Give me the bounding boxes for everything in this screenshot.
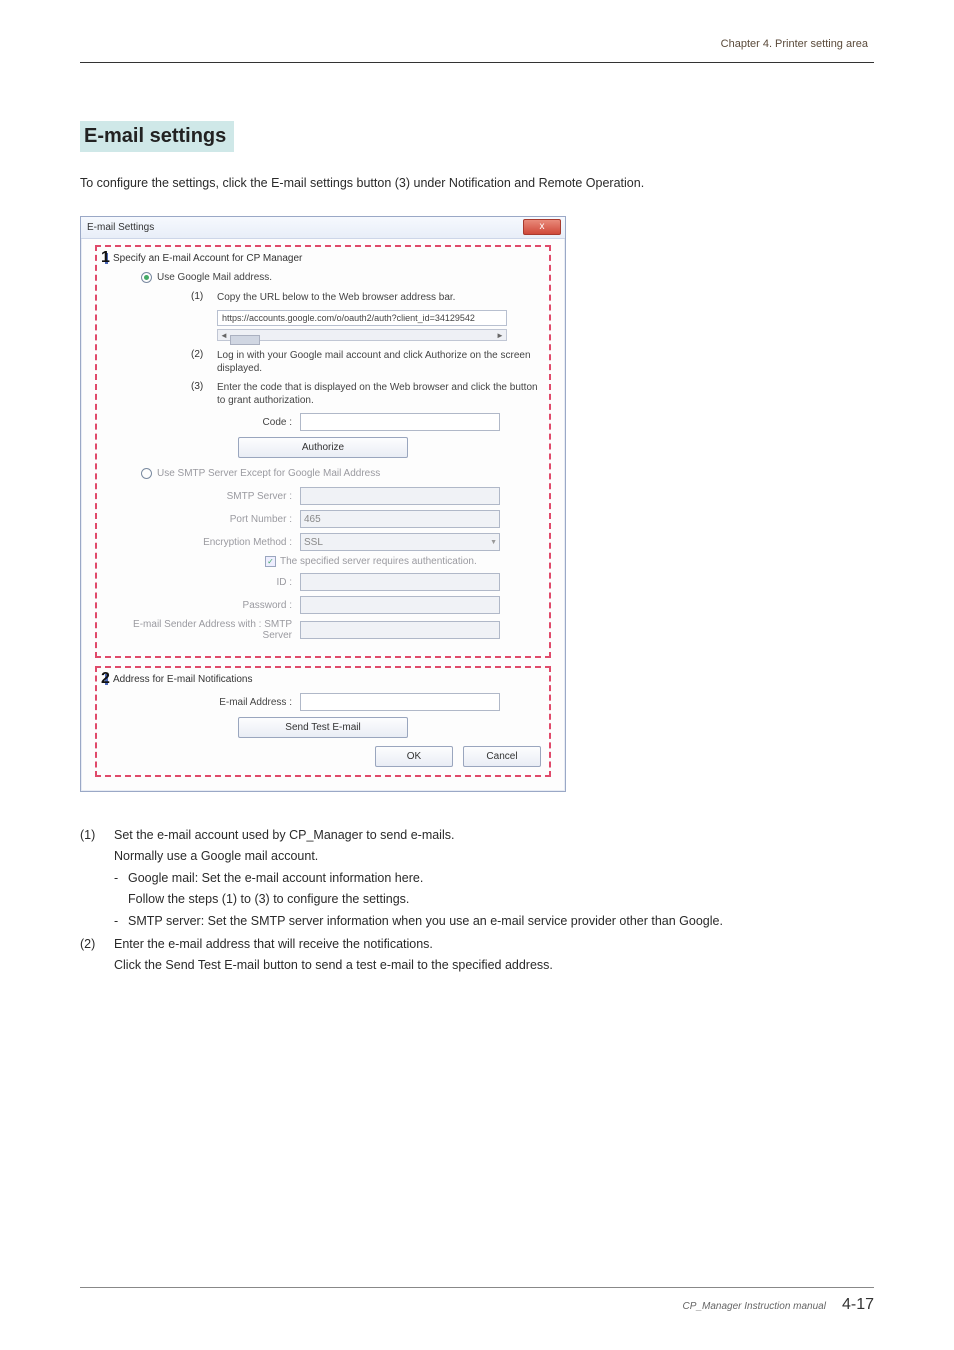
scroll-right-icon[interactable]: ► (494, 331, 506, 340)
email-address-input[interactable] (300, 693, 500, 711)
account-section-outline: Specify an E-mail Account for CP Manager… (95, 245, 551, 658)
step1-text: Copy the URL below to the Web browser ad… (217, 291, 541, 304)
auth-checkbox-label: The specified server requires authentica… (280, 556, 477, 567)
desc-2-sub1: Click the Send Test E-mail button to sen… (80, 956, 874, 975)
scroll-thumb[interactable] (230, 335, 260, 345)
section-title: E-mail settings (80, 121, 234, 152)
step3-text: Enter the code that is displayed on the … (217, 381, 541, 407)
email-address-label: E-mail Address : (105, 697, 300, 708)
chapter-label: Chapter 4. Printer setting area (80, 38, 874, 50)
desc-1-sub1: Normally use a Google mail account. (80, 847, 874, 866)
encryption-select[interactable]: SSL ▼ (300, 533, 500, 551)
auth-checkbox[interactable]: ✓ (265, 556, 276, 567)
code-input[interactable] (300, 413, 500, 431)
smtp-server-label: SMTP Server : (105, 491, 300, 502)
close-icon[interactable]: x (523, 219, 561, 235)
sender-label: E-mail Sender Address with : SMTP Server (105, 619, 300, 641)
step2-text: Log in with your Google mail account and… (217, 349, 541, 375)
step1-num: (1) (191, 291, 209, 302)
footer-page-number: 4-17 (842, 1296, 874, 1314)
desc-1-dash2: SMTP server: Set the SMTP server informa… (128, 912, 723, 931)
dialog-screenshot: E-mail Settings x Specify an E-mail Acco… (80, 216, 566, 792)
dash-1: - (114, 869, 128, 888)
id-input[interactable] (300, 573, 500, 591)
radio-smtp-label: Use SMTP Server Except for Google Mail A… (157, 468, 380, 479)
callout-1: 1 (101, 249, 110, 267)
footer-doc-title: CP_Manager Instruction manual (683, 1301, 826, 1312)
desc-2-num: (2) (80, 935, 114, 954)
oauth-url-field[interactable]: https://accounts.google.com/o/oauth2/aut… (217, 310, 507, 326)
authorize-button[interactable]: Authorize (238, 437, 408, 458)
ok-button[interactable]: OK (375, 746, 453, 767)
scroll-left-icon[interactable]: ◄ (218, 331, 230, 340)
desc-1-text: Set the e-mail account used by CP_Manage… (114, 826, 874, 845)
port-input[interactable] (300, 510, 500, 528)
url-scrollbar[interactable]: ◄ ► (217, 329, 507, 341)
send-test-email-button[interactable]: Send Test E-mail (238, 717, 408, 738)
id-label: ID : (105, 577, 300, 588)
dialog-title: E-mail Settings (87, 222, 154, 233)
encryption-label: Encryption Method : (105, 537, 300, 548)
dash-2: - (114, 912, 128, 931)
desc-1-dash1: Google mail: Set the e-mail account info… (128, 869, 423, 888)
intro-text: To configure the settings, click the E-m… (80, 176, 874, 190)
radio-smtp-server[interactable] (141, 468, 152, 479)
sender-input[interactable] (300, 621, 500, 639)
desc-2-text: Enter the e-mail address that will recei… (114, 935, 874, 954)
chevron-down-icon: ▼ (490, 539, 497, 546)
radio-google-mail[interactable] (141, 272, 152, 283)
group1-header: Specify an E-mail Account for CP Manager (105, 253, 541, 264)
radio-google-label: Use Google Mail address. (157, 272, 272, 283)
group2-header: Address for E-mail Notifications (105, 674, 541, 685)
header-rule (80, 62, 874, 63)
callout-2: 2 (101, 670, 110, 688)
step2-num: (2) (191, 349, 209, 360)
password-label: Password : (105, 600, 300, 611)
port-label: Port Number : (105, 514, 300, 525)
smtp-server-input[interactable] (300, 487, 500, 505)
step3-num: (3) (191, 381, 209, 392)
page-footer: CP_Manager Instruction manual 4-17 (80, 1287, 874, 1314)
desc-1-num: (1) (80, 826, 114, 845)
notification-section-outline: Address for E-mail Notifications 2 E-mai… (95, 666, 551, 777)
description-block: (1) Set the e-mail account used by CP_Ma… (80, 826, 874, 976)
dialog-titlebar: E-mail Settings x (81, 217, 565, 239)
password-input[interactable] (300, 596, 500, 614)
cancel-button[interactable]: Cancel (463, 746, 541, 767)
desc-1-dash1-sub: Follow the steps (1) to (3) to configure… (80, 890, 874, 909)
encryption-value: SSL (304, 537, 323, 548)
code-label: Code : (105, 417, 300, 428)
